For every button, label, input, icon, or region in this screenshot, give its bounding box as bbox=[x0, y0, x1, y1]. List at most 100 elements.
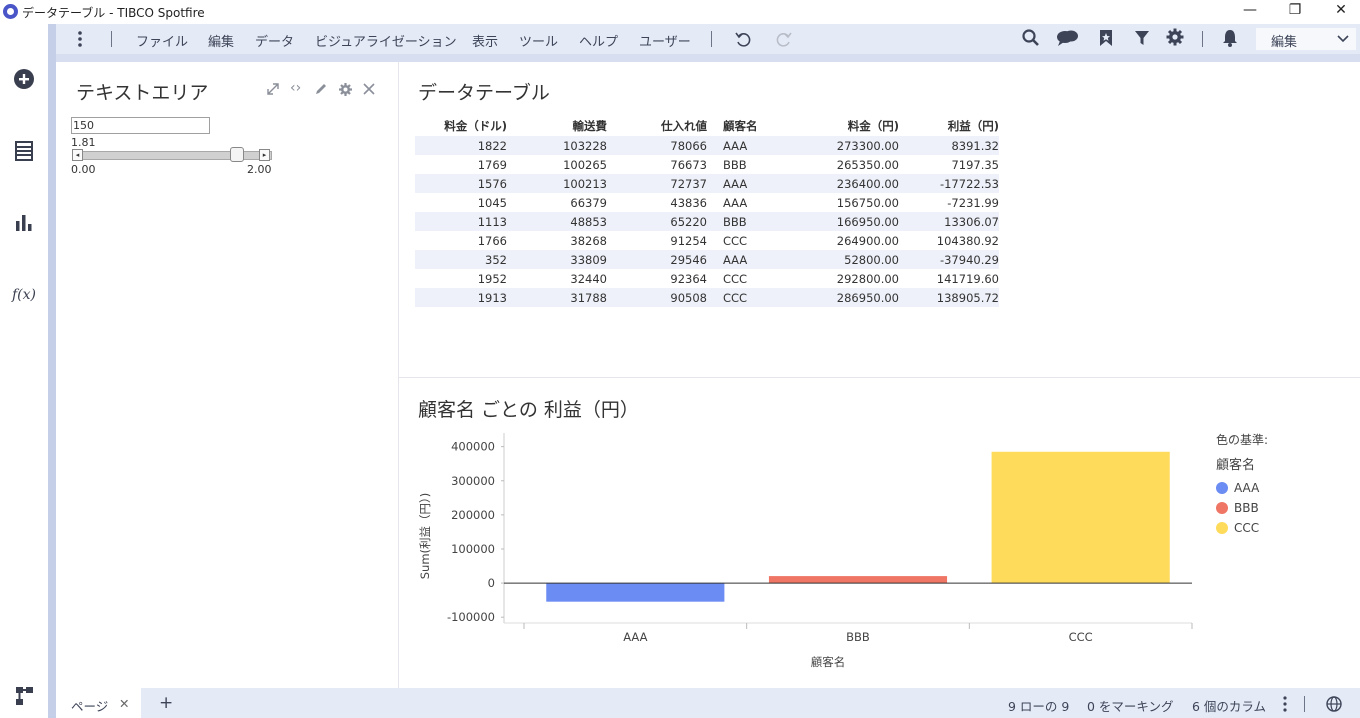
y-tick-label: -100000 bbox=[447, 610, 495, 624]
table-cell: AAA bbox=[723, 195, 748, 210]
page-tab-close-icon[interactable]: ✕ bbox=[119, 696, 129, 711]
table-row[interactable]: 1769 100265 76673 BBB 265350.00 7197.35 bbox=[415, 155, 999, 174]
table-cell: 78066 bbox=[607, 136, 707, 155]
data-table[interactable]: 料金（ドル) 輸送費 仕入れ値 顧客名 料金（円) 利益（円) 1822 1032… bbox=[415, 116, 999, 307]
column-header[interactable]: 顧客名 bbox=[707, 116, 823, 136]
marking-status: 0 をマーキング bbox=[1087, 699, 1174, 714]
text-area-title: テキストエリア bbox=[76, 82, 209, 104]
legend-swatch bbox=[1216, 502, 1228, 514]
table-body: 1822 103228 78066 AAA 273300.00 8391.32 1769 10… bbox=[415, 136, 999, 307]
slider-min-label: 0.00 bbox=[71, 163, 96, 176]
column-header[interactable]: 仕入れ値 bbox=[607, 116, 707, 136]
table-cell: 90508 bbox=[607, 288, 707, 307]
table-cell: 138905.72 bbox=[899, 288, 999, 307]
table-row[interactable]: 352 33809 29546 AAA 52800.00 -37940.29 bbox=[415, 250, 999, 269]
search-icon[interactable] bbox=[1021, 28, 1041, 52]
settings-gear-icon[interactable] bbox=[1165, 27, 1185, 51]
left-authoring-bar: f(x) bbox=[0, 24, 48, 718]
table-cell: 76673 bbox=[670, 157, 707, 172]
column-header[interactable]: 料金（ドル) bbox=[415, 116, 507, 136]
legend-label: AAA bbox=[1234, 481, 1260, 495]
table-cell: AAA bbox=[707, 174, 823, 193]
undo-icon[interactable] bbox=[733, 29, 753, 53]
edit-mode-dropdown[interactable]: 編集 bbox=[1256, 28, 1356, 50]
visualization-types-icon[interactable] bbox=[12, 211, 36, 235]
restore-button[interactable]: ❐ bbox=[1285, 2, 1305, 18]
pencil-edit-icon[interactable] bbox=[314, 82, 328, 100]
table-row[interactable]: 1952 32440 92364 CCC 292800.00 141719.60 bbox=[415, 269, 999, 288]
menu-file[interactable]: ファイル bbox=[136, 31, 188, 50]
table-cell: 33809 bbox=[507, 250, 607, 269]
menu-data[interactable]: データ bbox=[255, 31, 294, 50]
table-row[interactable]: 1113 48853 65220 BBB 166950.00 13306.07 bbox=[415, 212, 999, 231]
slider-decrement-button[interactable]: ◂ bbox=[72, 149, 83, 161]
collaboration-icon[interactable] bbox=[1055, 28, 1081, 52]
table-row[interactable]: 1766 38268 91254 CCC 264900.00 104380.92 bbox=[415, 231, 999, 250]
table-row[interactable]: 1045 66379 43836 AAA 156750.00 -7231.99 bbox=[415, 193, 999, 212]
bookmarks-icon[interactable] bbox=[1097, 28, 1115, 52]
menu-user[interactable]: ユーザー bbox=[639, 31, 691, 50]
table-cell: 31788 bbox=[507, 288, 607, 307]
table-cell: 13306.07 bbox=[899, 212, 999, 231]
table-cell: 7197.35 bbox=[951, 157, 999, 172]
legend-title: 色の基準: bbox=[1216, 433, 1269, 447]
table-cell: 100265 bbox=[563, 157, 607, 172]
data-flow-icon[interactable] bbox=[12, 684, 36, 708]
notifications-bell-icon[interactable] bbox=[1221, 28, 1239, 52]
table-row[interactable]: 1576 100213 72737 AAA 236400.00 -17722.53 bbox=[415, 174, 999, 193]
x-axis-title: 顧客名 bbox=[811, 655, 846, 669]
table-row[interactable]: 1822 103228 78066 AAA 273300.00 8391.32 bbox=[415, 136, 999, 155]
panel-close-icon[interactable] bbox=[362, 82, 376, 100]
y-tick-label: 200000 bbox=[451, 508, 495, 522]
add-page-button[interactable]: + bbox=[159, 693, 173, 713]
menu-help[interactable]: ヘルプ bbox=[579, 31, 618, 50]
slider-increment-button[interactable]: ▸ bbox=[259, 149, 270, 161]
menu-tools[interactable]: ツール bbox=[519, 31, 558, 50]
bar-bbb bbox=[768, 576, 948, 584]
table-cell: 1576 bbox=[415, 174, 507, 193]
slider-handle[interactable] bbox=[229, 147, 244, 162]
column-header[interactable]: 輸送費 bbox=[507, 116, 608, 136]
menu-view[interactable]: 表示 bbox=[472, 31, 498, 50]
function-icon[interactable]: f(x) bbox=[12, 283, 36, 307]
minimize-button[interactable]: — bbox=[1240, 2, 1260, 18]
panel-settings-icon[interactable] bbox=[338, 82, 353, 101]
table-cell: -7231.99 bbox=[947, 195, 999, 210]
menu-visualization[interactable]: ビジュアライゼーション bbox=[315, 31, 457, 50]
legend-swatch bbox=[1216, 482, 1228, 494]
code-icon[interactable]: ‹› bbox=[290, 80, 301, 96]
window-title: データテーブル - TIBCO Spotfire bbox=[22, 6, 205, 20]
table-cell: 236400.00 bbox=[823, 174, 899, 193]
table-cell: 48853 bbox=[507, 212, 607, 231]
column-header[interactable]: 料金（円) bbox=[823, 116, 899, 136]
table-cell: 166950.00 bbox=[823, 212, 899, 231]
more-options-icon[interactable] bbox=[75, 29, 85, 49]
bar-chart[interactable]: -100000 0 100000 200000 300000 400000 AAA BBB CC… bbox=[399, 420, 1359, 688]
table-cell: 1766 bbox=[477, 233, 507, 248]
text-input-field[interactable]: 150 bbox=[71, 117, 210, 134]
table-cell: 1113 bbox=[415, 212, 507, 231]
table-row[interactable]: 1913 31788 90508 CCC 286950.00 138905.72 bbox=[415, 288, 999, 307]
column-header[interactable]: 利益（円) bbox=[899, 116, 999, 136]
table-cell: BBB bbox=[723, 157, 747, 172]
menu-edit[interactable]: 編集 bbox=[208, 31, 234, 50]
redo-icon[interactable] bbox=[774, 29, 794, 53]
table-cell: 1822 bbox=[415, 136, 507, 155]
table-cell: 32440 bbox=[570, 271, 607, 286]
table-cell: 141719.60 bbox=[936, 271, 999, 286]
table-cell: 264900.00 bbox=[836, 233, 899, 248]
y-axis-title: Sum(利益（円）) bbox=[418, 493, 432, 580]
status-more-options-icon[interactable] bbox=[1281, 695, 1289, 717]
table-cell: 100213 bbox=[507, 174, 607, 193]
add-data-icon[interactable] bbox=[12, 67, 36, 91]
rows-status: 9 ローの 9 bbox=[1008, 699, 1070, 714]
maximize-icon[interactable] bbox=[266, 82, 280, 100]
filter-icon[interactable] bbox=[1133, 28, 1151, 52]
language-globe-icon[interactable] bbox=[1325, 695, 1343, 717]
close-button[interactable]: ✕ bbox=[1331, 2, 1351, 18]
edit-mode-value: 編集 bbox=[1271, 35, 1298, 50]
bar-ccc bbox=[991, 451, 1170, 584]
table-cell: CCC bbox=[707, 288, 823, 307]
data-canvas-icon[interactable] bbox=[12, 139, 36, 163]
table-cell: 65220 bbox=[607, 212, 707, 231]
